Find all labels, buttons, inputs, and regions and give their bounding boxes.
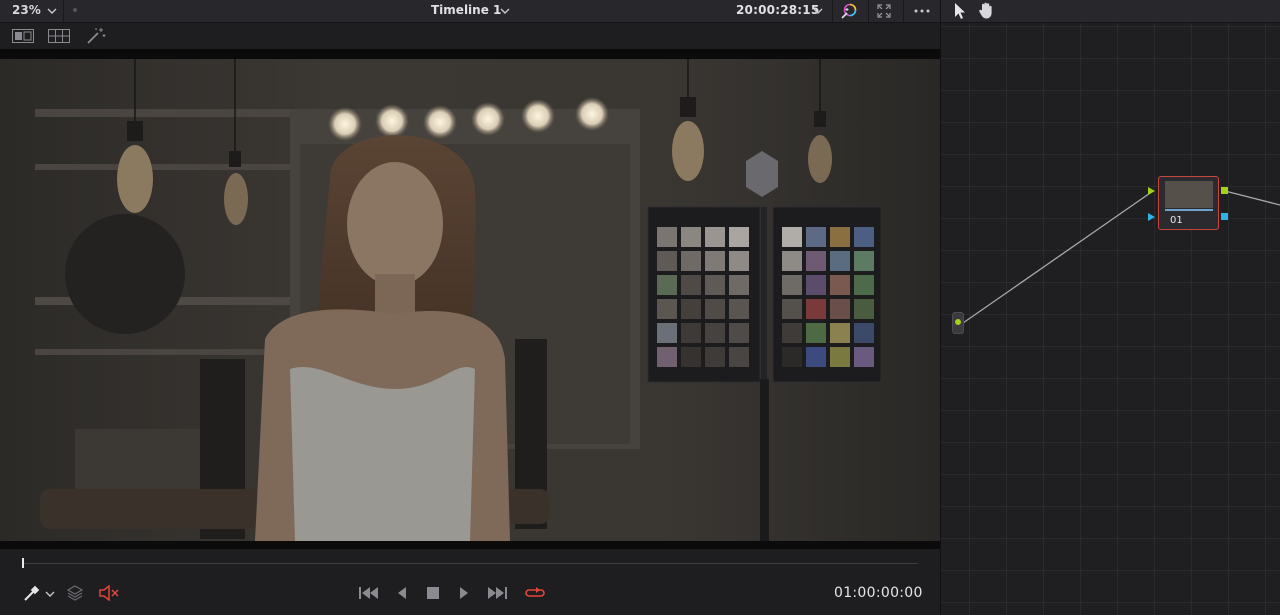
chevron-down-icon[interactable]: [499, 2, 511, 20]
source-output-pin[interactable]: [955, 319, 961, 325]
scrubber-track[interactable]: [22, 563, 918, 564]
more-horizontal-icon[interactable]: [913, 4, 931, 18]
play-reverse-icon[interactable]: [396, 586, 408, 600]
stop-icon[interactable]: [426, 586, 440, 600]
eyedropper-icon[interactable]: [22, 585, 40, 603]
video-frame-image: [0, 59, 940, 541]
grid-icon[interactable]: [48, 29, 70, 43]
status-dot: [73, 8, 77, 12]
node-editor-header: [941, 0, 1280, 22]
skip-forward-icon[interactable]: [486, 586, 508, 600]
node-label: 01: [1170, 215, 1183, 226]
magic-wand-icon[interactable]: [86, 27, 106, 45]
pointer-icon[interactable]: [953, 2, 967, 20]
divider: [868, 0, 869, 22]
transport-controls: 01:00:00:00: [0, 577, 940, 615]
record-timecode[interactable]: 01:00:00:00: [834, 585, 923, 601]
playhead[interactable]: [22, 558, 24, 568]
mute-icon[interactable]: [98, 585, 120, 601]
color-wand-icon[interactable]: [840, 2, 858, 20]
divider: [903, 0, 904, 22]
timeline-title[interactable]: Timeline 1: [431, 3, 501, 17]
corrector-node[interactable]: 01: [1158, 176, 1219, 230]
rgb-input-pin[interactable]: [1148, 187, 1155, 195]
scrubber-bar[interactable]: [0, 549, 940, 577]
key-input-pin[interactable]: [1148, 213, 1155, 221]
key-output-pin[interactable]: [1221, 213, 1228, 220]
divider: [63, 0, 64, 22]
node-editor[interactable]: 01: [941, 23, 1280, 615]
node-thumbnail: [1165, 181, 1213, 208]
source-input-node[interactable]: [952, 312, 964, 334]
expand-icon[interactable]: [876, 3, 892, 19]
layers-icon[interactable]: [66, 584, 84, 602]
video-viewer[interactable]: [0, 49, 940, 549]
source-timecode[interactable]: 20:00:28:15: [736, 3, 819, 17]
top-bar: 23% Timeline 1 20:00:28:15: [0, 0, 1280, 23]
zoom-level[interactable]: 23%: [12, 3, 41, 17]
play-icon[interactable]: [458, 586, 470, 600]
split-screen-icon[interactable]: [12, 29, 34, 43]
skip-back-icon[interactable]: [358, 586, 380, 600]
rgb-output-pin[interactable]: [1221, 187, 1228, 194]
chevron-down-icon[interactable]: [812, 2, 824, 20]
chevron-down-icon[interactable]: [44, 585, 56, 603]
viewer-header: 23% Timeline 1 20:00:28:15: [0, 0, 940, 22]
loop-icon[interactable]: [524, 584, 546, 602]
viewer-toolbar: [0, 23, 940, 49]
chevron-down-icon[interactable]: [46, 2, 58, 20]
node-status-line: [1165, 209, 1213, 211]
hand-icon[interactable]: [977, 1, 995, 20]
divider: [832, 0, 833, 22]
node-connections: [962, 187, 1280, 324]
